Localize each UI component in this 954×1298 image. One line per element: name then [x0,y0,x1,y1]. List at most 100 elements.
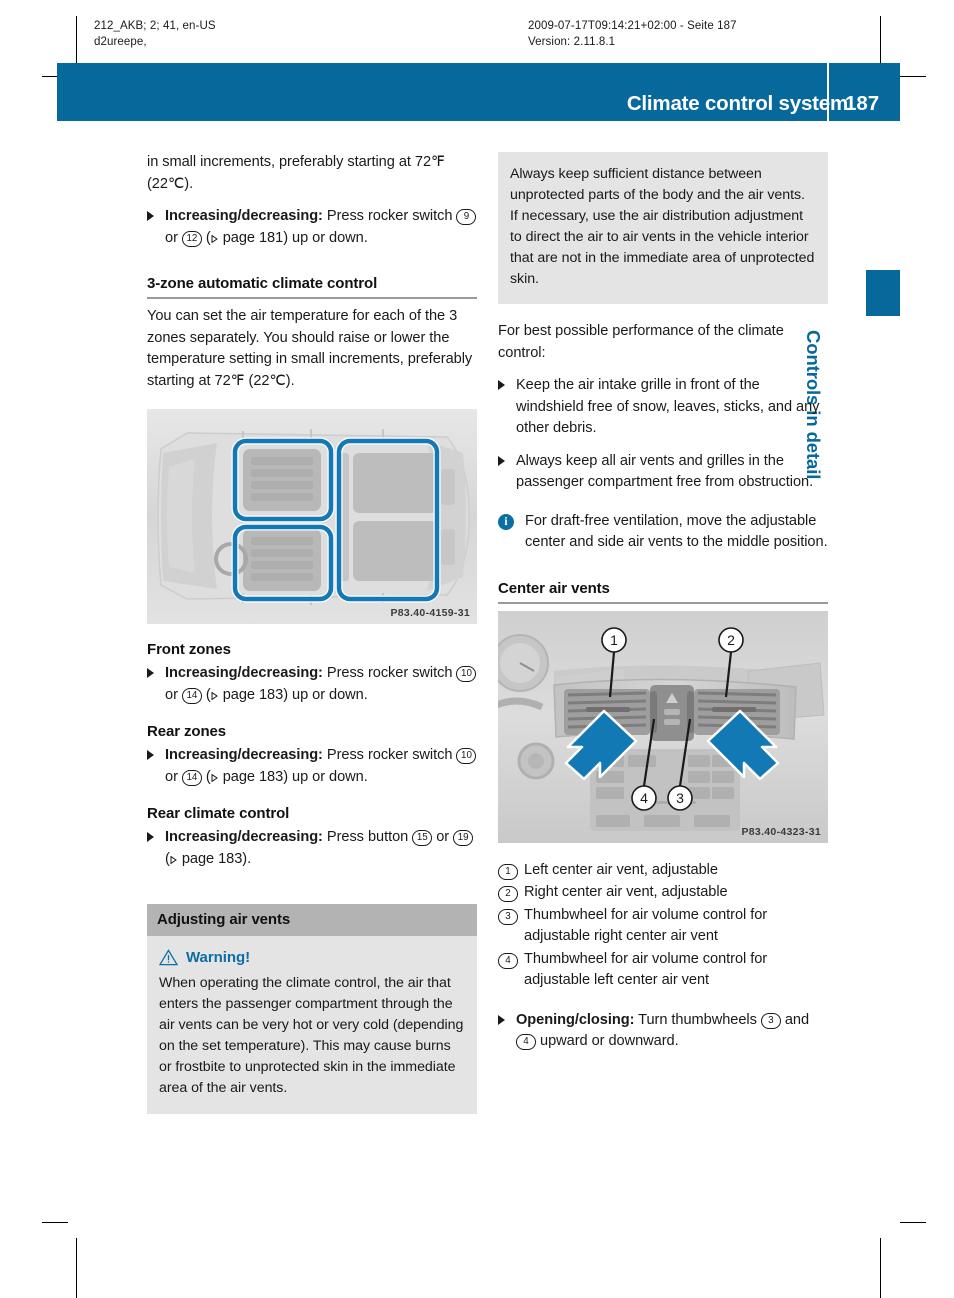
legend-text: Left center air vent, adjustable [524,861,718,878]
callout-ref-14: 14 [181,769,202,786]
legend-text: Right center air vent, adjustable [524,884,728,900]
legend-item-4: 4 Thumbwheel for air volume control for … [498,949,828,992]
triangle-bullet-icon [147,750,154,760]
legend-item-1: 1 Left center air vent, adjustable [498,860,828,882]
heading-rear-zones: Rear zones [147,723,227,740]
step-text-1: Press rocker switch [322,665,457,681]
step-text-3: ( [201,229,211,246]
triangle-bullet-icon [498,380,505,390]
warning-box: Warning! When operating the climate cont… [147,936,477,1114]
bullet-air-vents-unobstructed: Always keep all air vents and grilles in… [498,451,828,494]
step-text-2: and [780,1011,810,1028]
svg-text:1: 1 [610,632,618,648]
legend-text: Thumbwheel for air volume control for ad… [524,906,768,945]
warning-title-row: Warning! [159,947,465,968]
triangle-bullet-icon [147,668,154,678]
heading-adjusting-air-vents: Adjusting air vents [147,904,477,936]
crop-mark-top-right [900,76,926,77]
callout-number-3: 3 [498,908,518,925]
triangle-bullet-icon [147,211,154,221]
side-tab-marker [866,270,900,316]
step-text-3: ( [201,686,211,703]
callout-ref-19: 19 [453,830,474,846]
legend-text: Thumbwheel for air volume control for ad… [524,950,768,989]
callout-number-1: 1 [498,863,518,880]
print-meta-left: 212_AKB; 2; 41, en-US d2ureepe, [94,20,216,48]
callout-number-2: 2 [498,886,518,902]
step-label: Increasing/decreasing: [165,747,323,763]
step-text-1: Press button [322,829,413,845]
bullet-text: Keep the air intake grille in front of t… [516,377,820,436]
figure-code: P83.40-4323-31 [741,825,821,838]
heading-center-air-vents: Center air vents [498,580,828,604]
step-text-1: Turn thumbwheels [634,1011,761,1028]
figure-3-zone-vehicle-diagram: P83.40-4159-31 [147,409,477,624]
note-text: For draft-free ventilation, move the adj… [525,512,828,551]
crop-mark-bottom-left [42,1222,68,1223]
legend-item-3: 3 Thumbwheel for air volume control for … [498,905,828,948]
print-meta-right: 2009-07-17T09:14:21+02:00 - Seite 187 Ve… [528,20,737,48]
callout-ref-10: 10 [456,748,477,764]
heading-rear-climate-control: Rear climate control [147,805,290,822]
heading-3-zone-automatic-climate-control: 3-zone automatic climate control [147,275,477,299]
step-text-3: ( [201,768,211,785]
callout-number-4: 4 [498,952,518,969]
step-label: Increasing/decreasing: [165,665,323,681]
callout-ref-10: 10 [456,666,477,682]
step-opening-closing: Opening/closing: Turn thumbwheels 3 and … [498,1010,828,1053]
info-note-draft-free-ventilation: i For draft-free ventilation, move the a… [498,511,828,554]
page-ref-triangle-icon [211,773,218,782]
callout-ref-14: 14 [181,687,202,704]
callout-ref-3: 3 [760,1012,781,1029]
page-reference: page 181) up or down. [218,229,368,246]
page-title: Climate control system [626,92,848,115]
step-text-2: or [165,768,182,785]
step-text-2: or [432,829,454,845]
right-column: Always keep sufficient distance between … [498,152,828,1053]
warning-body: When operating the climate control, the … [159,975,464,1096]
crop-mark-right-vertical-bottom [880,1238,881,1298]
left-column: in small increments, preferably starting… [147,152,477,1114]
heading-front-zones: Front zones [147,641,231,658]
bullet-text: Always keep all air vents and grilles in… [516,452,814,491]
figure-center-air-vents: 1 2 4 3 P83.40-4323-31 [498,610,828,843]
warning-title: Warning! [186,949,251,966]
step-text-1: Press rocker switch [322,208,457,224]
triangle-bullet-icon [498,455,505,466]
step-front-zones: Increasing/decreasing: Press rocker swit… [147,663,477,706]
step-text-2: or [165,686,182,703]
step-text-3: upward or downward. [536,1033,679,1049]
step-intro-increase-decrease: Increasing/decreasing: Press rocker swit… [147,206,477,249]
svg-text:2: 2 [727,632,735,648]
svg-text:3: 3 [676,790,684,806]
page-ref-triangle-icon [211,691,218,700]
warning-continuation-box: Always keep sufficient distance between … [498,152,828,304]
step-label: Increasing/decreasing: [165,829,323,845]
svg-text:4: 4 [640,790,648,806]
step-rear-zones: Increasing/decreasing: Press rocker swit… [147,745,477,788]
triangle-bullet-icon [498,1014,505,1025]
step-rear-climate-control: Increasing/decreasing: Press button 15 o… [147,827,477,870]
figure-code: P83.40-4159-31 [390,607,470,619]
warning-triangle-icon [159,949,178,966]
step-text-2: or [165,229,182,246]
bullet-air-intake-grille: Keep the air intake grille in front of t… [498,375,828,440]
step-text-1: Press rocker switch [322,747,457,763]
page-ref-triangle-icon [170,855,177,864]
page-reference: page 183) up or down. [218,686,368,703]
callout-ref-4: 4 [516,1034,536,1050]
page-reference: page 183) up or down. [218,768,368,785]
page-ref-triangle-icon [211,234,218,243]
crop-mark-bottom-right [900,1222,926,1223]
section-paragraph: You can set the air temperature for each… [147,308,473,389]
best-performance-intro: For best possible performance of the cli… [498,323,784,361]
info-icon: i [498,513,514,530]
step-label: Increasing/decreasing: [165,208,323,224]
page-reference: page 183). [177,850,252,867]
step-label: Opening/closing: [516,1011,635,1028]
crop-mark-left-vertical-bottom [76,1238,77,1298]
page-number: 187 [845,92,880,115]
callout-ref-12: 12 [181,230,202,247]
callout-ref-9: 9 [456,209,477,225]
triangle-bullet-icon [147,832,154,842]
